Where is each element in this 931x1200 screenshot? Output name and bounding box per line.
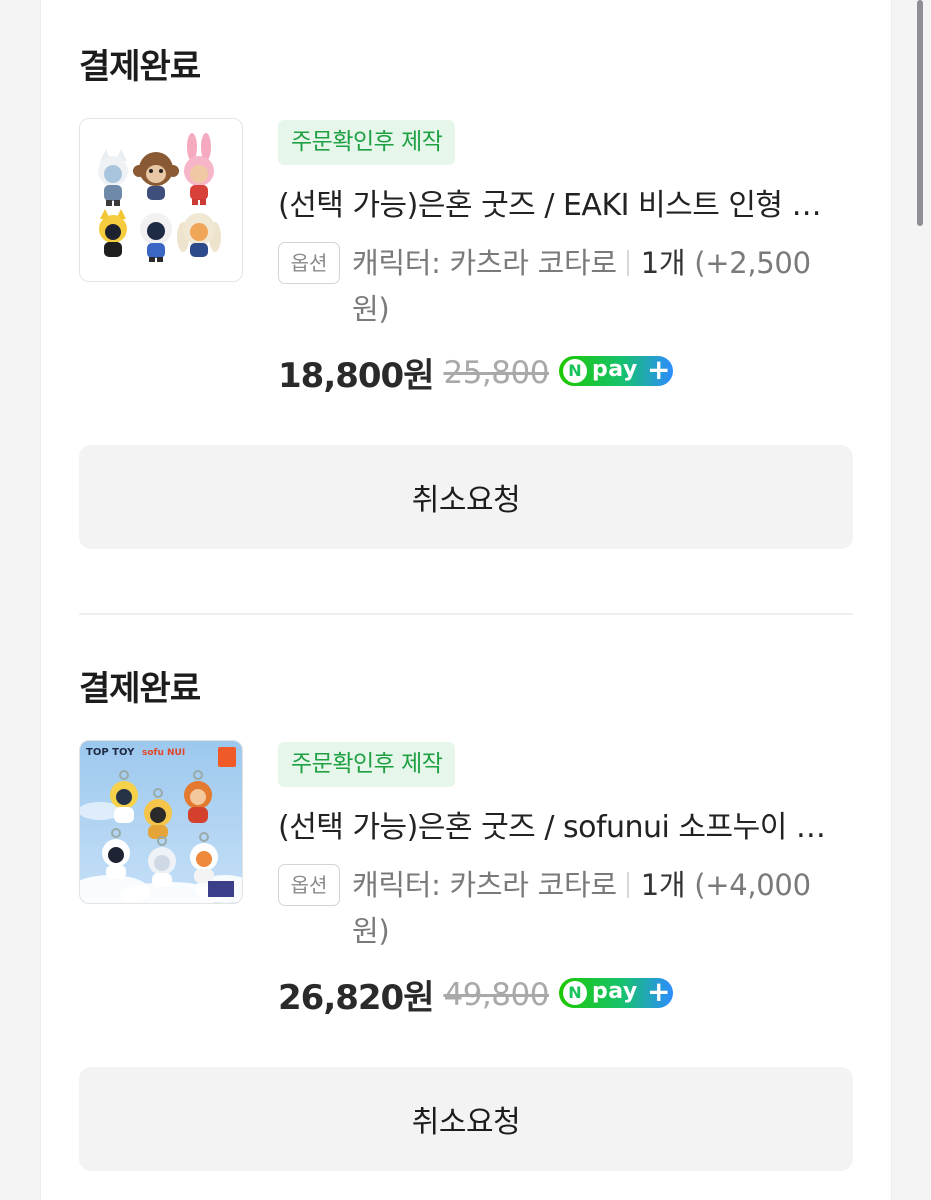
product-thumbnail[interactable]: TOP TOY sofu NUI (79, 740, 243, 904)
thumb-brand-text: TOP TOY (86, 747, 135, 758)
scrollbar[interactable] (917, 0, 923, 226)
option-separator (626, 250, 629, 276)
price-row: 18,800원 25,800 Npay + (278, 348, 673, 398)
sale-price: 26,820원 (278, 978, 434, 1018)
option-chip: 옵션 (278, 864, 340, 906)
order-status-title: 결제완료 (79, 669, 201, 709)
option-value: 캐릭터: 카츠라 코타로 (352, 246, 617, 280)
option-detail: 캐릭터: 카츠라 코타로 1개 (+4,000 원) (352, 862, 852, 954)
product-name-link[interactable]: (선택 가능)은혼 굿즈 / EAKI 비스트 인형 키링 (278, 180, 838, 232)
order-divider (79, 613, 853, 615)
price-row: 26,820원 49,800 Npay + (278, 970, 673, 1020)
npay-plus-badge: Npay + (558, 974, 673, 1008)
cancel-request-button[interactable]: 취소요청 (79, 445, 853, 549)
option-value: 캐릭터: 카츠라 코타로 (352, 868, 617, 902)
option-quantity: 1개 (640, 246, 686, 280)
npay-n-icon: N (562, 358, 587, 383)
option-separator (626, 872, 629, 898)
option-detail: 캐릭터: 카츠라 코타로 1개 (+2,500 원) (352, 240, 852, 332)
product-name-link[interactable]: (선택 가능)은혼 굿즈 / sofunui 소프누이 키링 (278, 802, 838, 854)
plus-icon: + (646, 352, 671, 386)
original-price: 25,800 (443, 354, 549, 391)
thumb-collab-text: sofu NUI (142, 748, 185, 758)
option-quantity: 1개 (640, 868, 686, 902)
made-to-order-tag: 주문확인후 제작 (278, 120, 456, 165)
plush-figures-image (80, 119, 242, 281)
plus-icon: + (646, 974, 671, 1008)
sale-price: 18,800원 (278, 356, 434, 396)
option-chip: 옵션 (278, 242, 340, 284)
cancel-request-button[interactable]: 취소요청 (79, 1067, 853, 1171)
made-to-order-tag: 주문확인후 제작 (278, 742, 456, 787)
sofunui-keyring-image: TOP TOY sofu NUI (80, 741, 242, 903)
original-price: 49,800 (443, 976, 549, 1013)
product-thumbnail[interactable] (79, 118, 243, 282)
order-status-title: 결제완료 (79, 47, 201, 87)
order-list-panel: 결제완료 주문확인후 제작 (선택 가능)은혼 굿즈 / EAKI 비스트 인형… (40, 0, 892, 1200)
npay-n-icon: N (562, 980, 587, 1005)
npay-text: pay (591, 356, 638, 382)
npay-text: pay (591, 978, 638, 1004)
npay-plus-badge: Npay + (558, 352, 673, 386)
